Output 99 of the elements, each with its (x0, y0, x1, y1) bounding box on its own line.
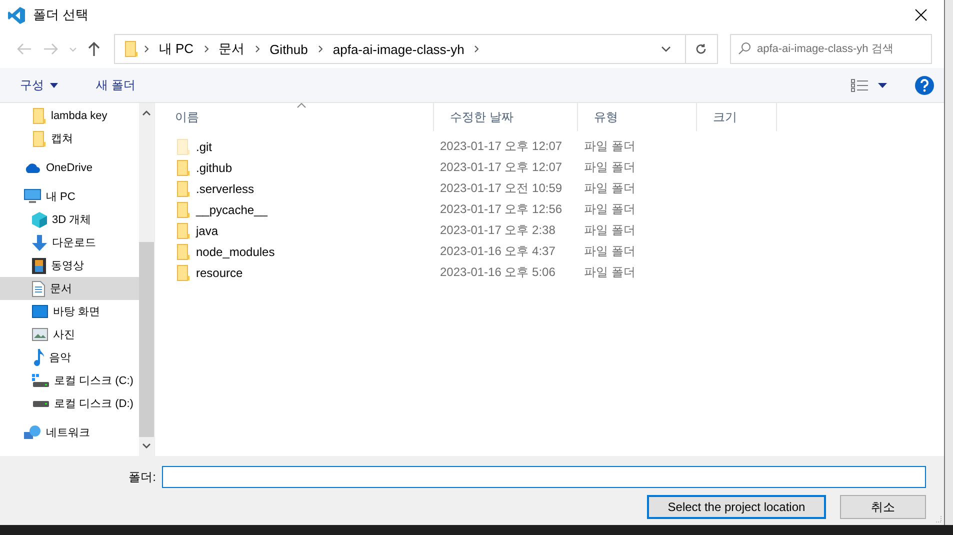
date-cell-text: 2023-01-17 오후 2:38 (439, 222, 556, 239)
folder-icon (177, 222, 190, 238)
down-arrow-icon (32, 234, 47, 250)
folder-label: 폴더: (128, 468, 156, 486)
sidebar-item[interactable]: 동영상 (0, 254, 139, 277)
forward-arrow-icon (44, 43, 58, 55)
date-cell-text: 2023-01-17 오후 12:07 (439, 159, 564, 176)
sidebar-item[interactable]: 3D 개체 (0, 208, 139, 231)
sidebar-item[interactable]: OneDrive (0, 156, 139, 179)
type-cell-text: 파일 폴더 (583, 264, 636, 281)
close-icon (915, 9, 927, 21)
sidebar-item[interactable]: 바탕 화면 (0, 300, 139, 323)
date-cell-text: 2023-01-17 오후 12:07 (439, 138, 564, 155)
sort-caret-icon (297, 103, 306, 108)
resize-grip-icon (934, 515, 942, 523)
folder-icon (124, 41, 138, 57)
toolbar-button[interactable]: 새 폴더 (92, 72, 140, 98)
file-name[interactable]: java (159, 222, 434, 238)
folder-icon (177, 138, 190, 154)
sidebar-item[interactable]: lambda key (0, 104, 139, 127)
date-cell-text: 2023-01-16 오후 4:37 (439, 243, 556, 260)
sidebar-item[interactable]: 내 PC (0, 185, 139, 208)
file-name[interactable]: .serverless (159, 180, 434, 196)
breadcrumb-link[interactable]: Github (266, 42, 312, 56)
date-cell-text: 2023-01-16 오후 5:06 (439, 264, 556, 281)
search-field[interactable]: apfa-ai-image-class-yh 검색 (730, 34, 932, 64)
sidebar-item[interactable]: 로컬 디스크 (C:) (0, 369, 139, 392)
column-header[interactable]: 유형 (578, 103, 697, 131)
column-header[interactable]: 크기 (697, 103, 777, 131)
chevron-icon (204, 45, 209, 53)
file-name[interactable]: .github (159, 160, 434, 176)
chevron-icon (318, 45, 323, 53)
search-icon (738, 42, 751, 55)
chevron-icon (254, 45, 260, 53)
breadcrumb-link[interactable]: apfa-ai-image-class-yh (328, 42, 468, 56)
monitor-icon (24, 189, 41, 204)
folder-icon (177, 264, 190, 280)
file-name[interactable]: resource (159, 264, 434, 280)
sidebar-item[interactable]: 음악 (0, 346, 139, 369)
refresh-icon (695, 43, 708, 55)
help-icon[interactable] (915, 76, 934, 94)
sidebar-item[interactable]: 문서 (0, 277, 139, 300)
toolbar-button[interactable]: 구성 (16, 72, 62, 98)
address-bar[interactable]: 내 PC 문서 Github apfa-ai-image-class-yh (114, 34, 718, 64)
scroll-up-icon (142, 110, 151, 116)
drive-icon (32, 374, 49, 387)
picture-icon (32, 328, 48, 341)
sidebar-item[interactable]: 다운로드 (0, 231, 139, 254)
type-cell-text: 파일 폴더 (583, 159, 636, 176)
breadcrumb-link[interactable]: 내 PC (154, 40, 198, 58)
cloud-icon (24, 162, 41, 173)
cancel-button[interactable]: 취소 (840, 495, 926, 519)
list-view-icon (851, 78, 868, 92)
type-cell-text: 파일 폴더 (583, 138, 636, 155)
film-icon (32, 258, 46, 274)
sidebar-item[interactable]: 네트워크 (0, 421, 139, 444)
folder-icon (177, 244, 190, 260)
type-cell-text: 파일 폴더 (583, 201, 636, 218)
file-name[interactable]: __pycache__ (159, 202, 434, 218)
type-cell-text: 파일 폴더 (583, 243, 636, 260)
column-header[interactable]: 수정한 날짜 (434, 103, 578, 131)
view-options-button[interactable] (849, 76, 889, 94)
cube-icon (32, 212, 47, 228)
drive-icon (32, 400, 49, 407)
file-name[interactable]: .git (159, 138, 434, 154)
desktop-icon (32, 305, 48, 318)
folder-icon (177, 202, 190, 218)
folder-icon (177, 180, 190, 196)
music-note-icon (32, 349, 44, 366)
scrollbar-thumb[interactable] (139, 242, 154, 437)
sidebar-item[interactable]: 캡쳐 (0, 127, 139, 150)
caret-icon (878, 82, 887, 88)
folder-icon (33, 130, 46, 146)
chevron-down-icon (68, 46, 77, 52)
window-title: 폴더 선택 (33, 6, 90, 24)
document-icon (32, 280, 45, 296)
type-cell-text: 파일 폴더 (583, 222, 636, 239)
app-logo-icon (8, 6, 25, 24)
folder-icon (33, 108, 46, 124)
sidebar-item[interactable]: 로컬 디스크 (D:) (0, 392, 139, 415)
network-icon (24, 425, 41, 440)
back-arrow-icon (16, 43, 31, 55)
column-header[interactable]: 이름 (159, 103, 434, 131)
caret-icon (50, 82, 58, 88)
chevron-icon (474, 45, 480, 53)
file-name[interactable]: node_modules (159, 244, 434, 260)
up-arrow-icon (88, 42, 100, 56)
chevron-icon (144, 45, 149, 53)
folder-icon (177, 160, 190, 176)
scrollbar[interactable] (139, 103, 154, 456)
folder-input[interactable] (162, 466, 926, 488)
select-button[interactable]: Select the project location (647, 495, 826, 519)
sidebar-item[interactable]: 사진 (0, 323, 139, 346)
breadcrumb-link[interactable]: 문서 (214, 40, 249, 58)
type-cell-text: 파일 폴더 (583, 180, 636, 197)
date-cell-text: 2023-01-17 오전 10:59 (439, 180, 564, 197)
scroll-down-icon (142, 443, 151, 449)
chevron-down-icon (660, 46, 671, 52)
date-cell-text: 2023-01-17 오후 12:56 (439, 201, 564, 218)
